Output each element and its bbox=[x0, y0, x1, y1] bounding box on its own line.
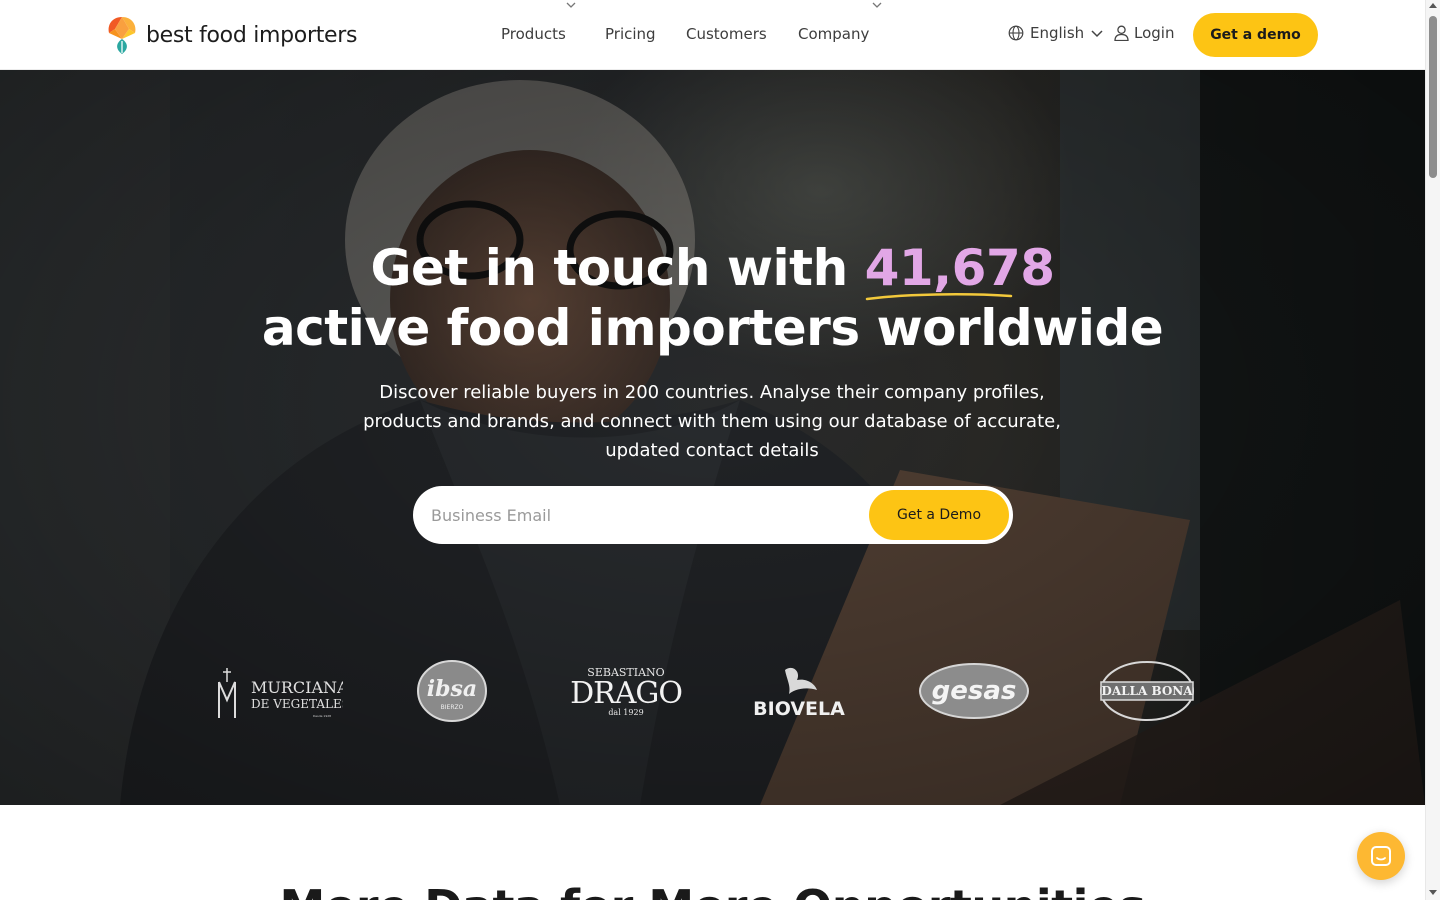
email-signup-form: Get a Demo bbox=[413, 486, 1013, 544]
brand-murciana-line1: MURCIANA bbox=[251, 678, 343, 697]
brand-gesas-name: gesas bbox=[932, 676, 1017, 706]
nav-customers[interactable]: Customers bbox=[686, 25, 767, 43]
hero-subtitle: Discover reliable buyers in 200 countrie… bbox=[363, 382, 1061, 461]
globe-icon bbox=[1008, 25, 1024, 41]
hero-title-prefix: Get in touch with bbox=[370, 239, 865, 297]
brand-ibsa-sub: BIERZO bbox=[441, 704, 464, 711]
chevron-down-icon bbox=[872, 2, 882, 8]
brand-logo-dalla-bona: DALLA BONA bbox=[1098, 660, 1196, 722]
brand-logo-biovela: BIOVELA bbox=[745, 660, 853, 722]
hero-section: Get in touch with 41,678 active food imp… bbox=[0, 70, 1425, 805]
login-link[interactable]: Login bbox=[1114, 24, 1174, 42]
importer-count-value: 41,678 bbox=[864, 239, 1055, 297]
scroll-down-arrow[interactable] bbox=[1429, 890, 1437, 895]
hero-title-line2: active food importers worldwide bbox=[261, 299, 1164, 357]
brand-logo-ibsa: ibsa BIERZO bbox=[416, 660, 488, 722]
site-header: best food importers Products Pricing Cus… bbox=[0, 0, 1425, 70]
scroll-up-arrow[interactable] bbox=[1429, 3, 1437, 8]
language-label: English bbox=[1030, 24, 1085, 42]
get-demo-button[interactable]: Get a demo bbox=[1193, 13, 1318, 57]
brand-murciana-line3: Desde 1928 bbox=[313, 714, 331, 718]
nav-company[interactable]: Company bbox=[798, 25, 869, 43]
nav-products[interactable]: Products bbox=[501, 25, 566, 43]
page-scrollbar[interactable] bbox=[1425, 0, 1440, 900]
logo-icon bbox=[108, 17, 136, 54]
importer-count: 41,678 bbox=[864, 238, 1055, 301]
scroll-thumb[interactable] bbox=[1429, 16, 1437, 178]
brand-logo-murciana: MURCIANA DE VEGETALES Desde 1928 bbox=[213, 660, 343, 722]
section-title: More Data for More Opportunities bbox=[0, 880, 1425, 900]
brand-logo-gesas: gesas bbox=[918, 660, 1030, 722]
brand-murciana-line2: DE VEGETALES bbox=[251, 697, 343, 711]
brand-ibsa-name: ibsa bbox=[427, 676, 477, 702]
hero-title-line1: Get in touch with 41,678 bbox=[0, 238, 1425, 301]
business-email-input[interactable] bbox=[431, 486, 861, 544]
brand-logo-drago: SEBASTIANO DRAGO dal 1929 bbox=[570, 660, 682, 722]
logo[interactable]: best food importers bbox=[106, 14, 357, 56]
brand-drago-sub: dal 1929 bbox=[608, 708, 643, 717]
language-selector[interactable]: English bbox=[1008, 24, 1110, 42]
chevron-down-icon bbox=[1091, 30, 1103, 38]
brand-drago-name: DRAGO bbox=[570, 676, 682, 711]
nav-pricing[interactable]: Pricing bbox=[605, 25, 656, 43]
chat-icon bbox=[1371, 846, 1391, 866]
user-icon bbox=[1114, 25, 1129, 41]
chevron-down-icon bbox=[566, 2, 576, 8]
logo-text: best food importers bbox=[146, 22, 358, 48]
brand-biovela-name: BIOVELA bbox=[753, 698, 845, 720]
chat-launcher-button[interactable] bbox=[1357, 832, 1405, 880]
get-demo-submit-button[interactable]: Get a Demo bbox=[869, 490, 1009, 540]
brand-dalla-bona-name: DALLA BONA bbox=[1101, 684, 1193, 698]
login-label: Login bbox=[1134, 24, 1175, 42]
